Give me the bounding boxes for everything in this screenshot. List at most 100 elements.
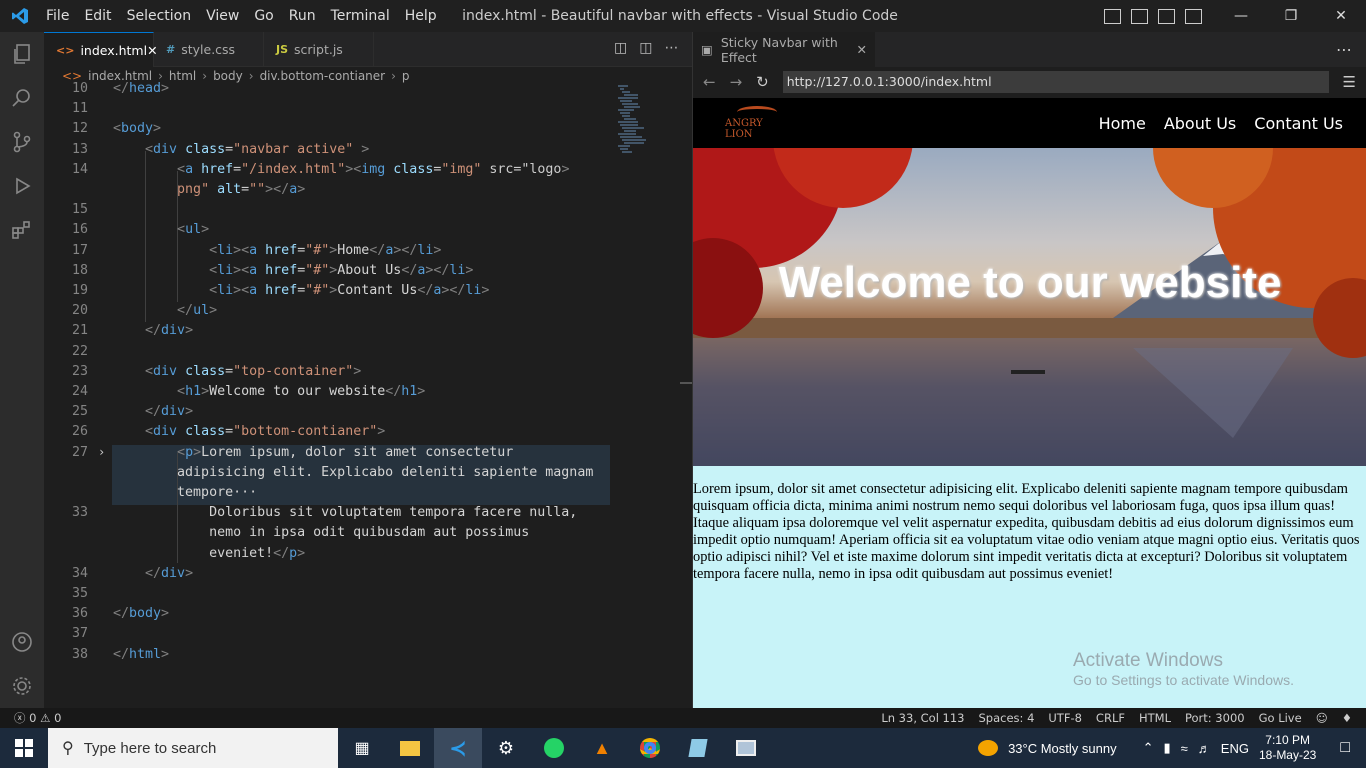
minimap-line <box>620 112 630 114</box>
nav-link-home[interactable]: Home <box>1099 114 1146 133</box>
notifications-icon[interactable]: □ <box>1340 739 1350 757</box>
wifi-icon[interactable]: ≈ <box>1181 741 1188 756</box>
vlc-icon[interactable]: ▲ <box>578 728 626 768</box>
toggle-primary-sidebar-icon[interactable] <box>1104 8 1121 24</box>
windows-start-icon[interactable] <box>0 728 48 768</box>
preview-tab[interactable]: ▣ Sticky Navbar with Effect ✕ <box>693 32 875 67</box>
code-line[interactable]: <a href="/index.html"><img class="img" s… <box>113 162 569 177</box>
code-line[interactable]: nemo in ipsa odit quibusdam aut possimus <box>113 525 529 540</box>
settings-gear-icon[interactable] <box>0 664 44 708</box>
notifications-bell-icon[interactable]: ♦ <box>1342 711 1352 725</box>
menu-item-edit[interactable]: Edit <box>84 8 111 24</box>
menu-icon[interactable]: ☰ <box>1343 73 1356 91</box>
code-line[interactable]: png" alt=""></a> <box>113 182 305 197</box>
chrome-icon[interactable] <box>626 728 674 768</box>
code-line[interactable]: </div> <box>113 566 193 581</box>
line-ending[interactable]: CRLF <box>1096 711 1125 725</box>
more-actions-icon[interactable]: ⋯ <box>1336 40 1352 59</box>
open-preview-icon[interactable]: ◫ <box>614 40 627 56</box>
code-line[interactable]: </div> <box>113 404 193 419</box>
url-input[interactable]: http://127.0.0.1:3000/index.html <box>782 71 1329 93</box>
run-debug-icon[interactable] <box>0 164 44 208</box>
boat-icon <box>1011 370 1045 374</box>
weather-text[interactable]: 33°C Mostly sunny <box>1008 741 1117 756</box>
taskbar-search-input[interactable]: ⚲ Type here to search <box>48 728 338 768</box>
minimize-button[interactable]: — <box>1216 8 1266 24</box>
account-icon[interactable] <box>0 620 44 664</box>
go-live-button[interactable]: Go Live <box>1259 711 1302 725</box>
menu-item-file[interactable]: File <box>46 8 69 24</box>
code-line[interactable]: <li><a href="#">Home</a></li> <box>113 243 441 258</box>
code-line[interactable]: Doloribus sit voluptatem tempora facere … <box>113 505 577 520</box>
close-tab-icon[interactable]: ✕ <box>857 42 867 57</box>
reload-icon[interactable]: ↻ <box>756 73 769 91</box>
live-server-port[interactable]: Port: 3000 <box>1185 711 1245 725</box>
clock[interactable]: 7:10 PM 18-May-23 <box>1259 733 1316 763</box>
battery-icon[interactable]: ▮ <box>1164 740 1171 756</box>
code-line[interactable]: <div class="navbar active" > <box>113 142 369 157</box>
menu-item-run[interactable]: Run <box>289 8 316 24</box>
fold-chevron-icon[interactable]: › <box>98 445 105 459</box>
minimap-line <box>620 124 638 126</box>
explorer-icon[interactable] <box>0 32 44 76</box>
more-actions-icon[interactable]: ⋯ <box>664 40 678 56</box>
menu-item-go[interactable]: Go <box>254 8 273 24</box>
notepad-icon[interactable] <box>674 728 722 768</box>
code-line[interactable]: <li><a href="#">Contant Us</a></li> <box>113 283 489 298</box>
code-line[interactable]: </html> <box>113 647 169 662</box>
customize-layout-icon[interactable] <box>1185 8 1202 24</box>
volume-icon[interactable]: ♬ <box>1198 741 1211 756</box>
code-line[interactable]: </body> <box>113 606 169 621</box>
split-editor-icon[interactable]: ◫ <box>639 40 652 56</box>
nav-link-about[interactable]: About Us <box>1164 114 1236 133</box>
image-viewer-icon[interactable] <box>722 728 770 768</box>
nav-link-contact[interactable]: Contant Us <box>1254 114 1343 133</box>
code-line[interactable]: <li><a href="#">About Us</a></li> <box>113 263 473 278</box>
code-line[interactable]: </ul> <box>113 303 217 318</box>
extensions-icon[interactable] <box>0 208 44 252</box>
code-line[interactable]: <div class="bottom-contianer"> <box>113 424 385 439</box>
source-control-icon[interactable] <box>0 120 44 164</box>
minimap[interactable] <box>614 81 678 708</box>
close-window-button[interactable]: ✕ <box>1316 8 1366 24</box>
menu-item-view[interactable]: View <box>206 8 239 24</box>
tab-style-css[interactable]: # style.css <box>154 32 264 67</box>
tab-index-html[interactable]: <> index.html ✕ <box>44 32 158 67</box>
code-line[interactable]: adipisicing elit. Explicabo deleniti sap… <box>113 465 593 480</box>
code-line[interactable]: </head> <box>113 81 169 96</box>
css-file-icon: # <box>166 43 176 56</box>
chevron-up-icon[interactable]: ⌃ <box>1143 740 1154 756</box>
forward-arrow-icon[interactable]: → <box>730 73 743 91</box>
indentation[interactable]: Spaces: 4 <box>979 711 1035 725</box>
encoding[interactable]: UTF-8 <box>1048 711 1082 725</box>
search-icon[interactable] <box>0 76 44 120</box>
toggle-panel-icon[interactable] <box>1131 8 1148 24</box>
toggle-secondary-sidebar-icon[interactable] <box>1158 8 1175 24</box>
back-arrow-icon[interactable]: ← <box>703 73 716 91</box>
code-line[interactable]: <div class="top-container"> <box>113 364 361 379</box>
code-line[interactable]: <body> <box>113 121 161 136</box>
settings-icon[interactable]: ⚙ <box>482 728 530 768</box>
file-explorer-icon[interactable] <box>386 728 434 768</box>
whatsapp-icon[interactable] <box>530 728 578 768</box>
code-line[interactable]: <ul> <box>113 222 209 237</box>
code-line[interactable]: <p>Lorem ipsum, dolor sit amet consectet… <box>113 445 513 460</box>
language-indicator[interactable]: ENG <box>1221 741 1249 756</box>
site-logo[interactable]: ANGRY LION <box>725 106 789 140</box>
restore-button[interactable]: ❐ <box>1266 8 1316 24</box>
task-view-icon[interactable]: ▦ <box>338 728 386 768</box>
language-mode[interactable]: HTML <box>1139 711 1171 725</box>
problems-indicator[interactable]: ⓧ 0 ⚠ 0 <box>14 710 61 726</box>
code-editor[interactable]: › 10 </head> 11 12 <body> 13 <div class="navb… <box>44 81 614 708</box>
code-line[interactable]: <h1>Welcome to our website</h1> <box>113 384 425 399</box>
menu-item-terminal[interactable]: Terminal <box>331 8 390 24</box>
menu-item-selection[interactable]: Selection <box>127 8 192 24</box>
code-line[interactable]: </div> <box>113 323 193 338</box>
code-line[interactable]: tempore··· <box>113 485 257 500</box>
code-line[interactable]: eveniet!</p> <box>113 546 305 561</box>
feedback-icon[interactable]: ☺ <box>1316 711 1328 725</box>
tab-script-js[interactable]: JS script.js <box>264 32 374 67</box>
cursor-position[interactable]: Ln 33, Col 113 <box>881 711 964 725</box>
vscode-logo-icon <box>0 0 40 32</box>
vscode-taskbar-icon[interactable]: ≺ <box>434 728 482 768</box>
